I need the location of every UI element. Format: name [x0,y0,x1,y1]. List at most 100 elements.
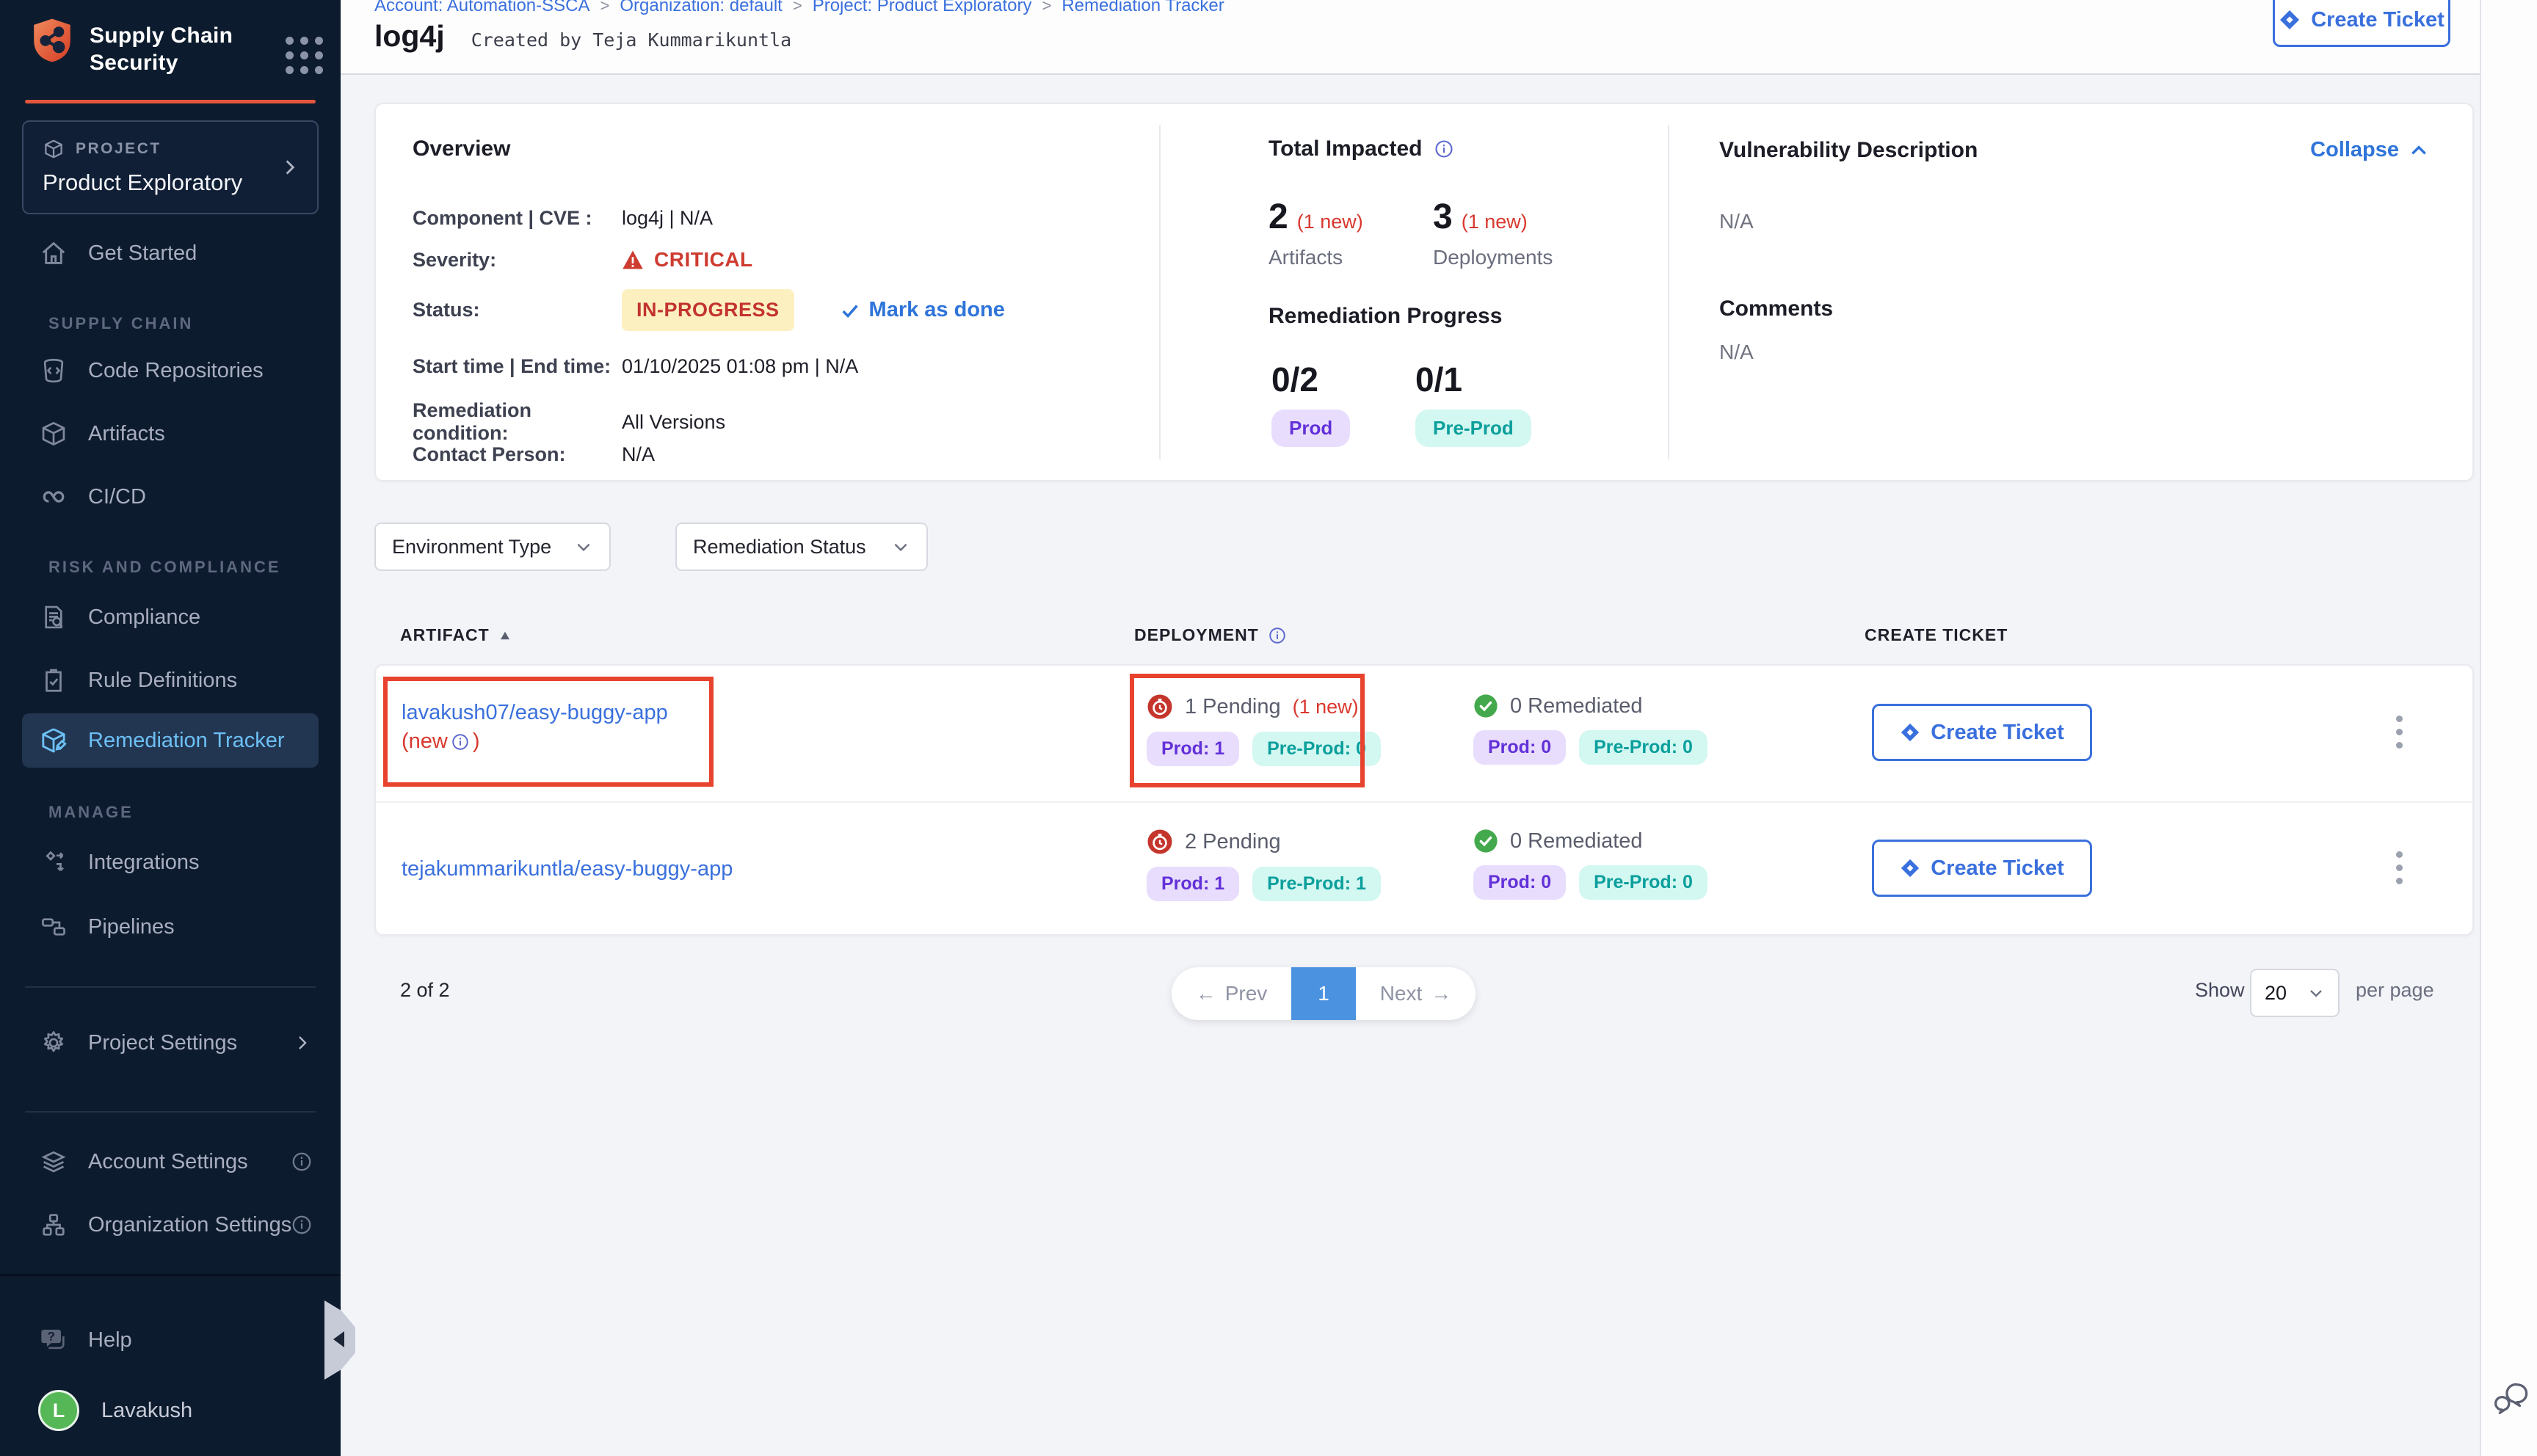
artifacts-cube-icon [38,418,69,449]
sidebar-item-help[interactable]: ? Help [0,1314,341,1366]
project-name: Product Exploratory [43,170,298,196]
time-value: 01/10/2025 01:08 pm | N/A [622,355,858,378]
ticket-diamond-icon [1900,722,1920,743]
next-page-button[interactable]: Next → [1356,967,1476,1020]
component-cve-value: log4j | N/A [622,207,713,230]
total-impacted-title: Total Impacted [1268,136,1422,161]
sidebar-item-project-settings[interactable]: Project Settings [0,1017,341,1069]
sidebar-item-artifacts[interactable]: Artifacts [0,408,341,459]
sidebar-item-rule-definitions[interactable]: Rule Definitions [0,655,341,706]
chevron-up-icon [2409,142,2428,159]
info-icon[interactable] [291,1214,313,1236]
pending-icon [1147,829,1173,855]
component-cve-label: Component | CVE : [413,207,622,230]
show-label: Show [2195,979,2245,1002]
comments-title: Comments [1719,296,1833,321]
page-1-button[interactable]: 1 [1291,967,1356,1020]
condition-value: All Versions [622,411,725,434]
remediated-cell: 0 Remediated Prod: 0 Pre-Prod: 0 [1473,694,1707,765]
remediation-progress-title: Remediation Progress [1268,304,1502,329]
info-icon[interactable] [291,1151,313,1173]
user-menu[interactable]: L Lavakush [0,1385,341,1436]
sidebar-item-code-repositories[interactable]: Code Repositories [0,345,341,396]
contact-label: Contact Person: [413,443,622,466]
column-header-create-ticket: CREATE TICKET [1865,625,2008,645]
sidebar-divider [25,986,316,988]
arrow-right-icon: → [1431,982,1451,1005]
vulnerability-description-title: Vulnerability Description [1719,138,1978,163]
deployment-cell: 2 Pending Prod: 1 Pre-Prod: 1 [1147,829,1381,901]
sidebar-footer: ? Help L Lavakush [0,1274,341,1456]
info-icon[interactable] [1268,626,1287,645]
status-label: Status: [413,299,622,321]
remediated-count: 0 Remediated [1510,694,1643,718]
sidebar-item-organization-settings[interactable]: Organization Settings [0,1199,341,1251]
mark-as-done-link[interactable]: Mark as done [840,298,1005,322]
sidebar-item-pipelines[interactable]: Pipelines [0,901,341,953]
card-divider [1668,125,1669,459]
row-menu-kebab-icon[interactable] [2389,844,2410,892]
sidebar-divider [25,1111,316,1113]
severity-label: Severity: [413,249,622,272]
column-header-artifact[interactable]: ARTIFACT [400,625,512,645]
sidebar-item-compliance[interactable]: Compliance [0,592,341,643]
sidebar: Supply ChainSecurity PROJECT Product Exp… [0,0,341,1456]
sidebar-item-account-settings[interactable]: Account Settings [0,1136,341,1187]
project-selector[interactable]: PROJECT Product Exploratory [22,120,319,214]
brand-divider [25,100,316,103]
sidebar-item-remediation-tracker[interactable]: Remediation Tracker [22,713,319,768]
pipelines-icon [38,911,69,942]
section-header-manage: MANAGE [0,803,341,822]
prev-page-button[interactable]: ← Prev [1172,967,1291,1020]
remediated-check-icon [1473,829,1498,853]
comments-value: N/A [1719,341,1754,364]
warning-triangle-icon [622,250,644,270]
section-header-supply-chain: SUPPLY CHAIN [0,314,341,333]
condition-label: Remediation condition: [413,399,622,445]
chevron-down-icon [2307,984,2325,1002]
card-divider [1159,125,1161,459]
sidebar-item-integrations[interactable]: Integrations [0,837,341,888]
cicd-infinity-icon [38,481,69,512]
svg-text:?: ? [48,1330,55,1344]
create-ticket-button-header[interactable]: Create Ticket [2273,0,2450,47]
breadcrumb-organization[interactable]: Organization: default [620,0,782,15]
preprod-count-pill: Pre-Prod: 0 [1579,730,1707,765]
home-icon [38,238,69,269]
gear-icon [38,1027,69,1058]
avatar: L [38,1390,79,1431]
artifact-cell: tejakummarikuntla/easy-buggy-app [402,853,733,886]
deployments-new-count: (1 new) [1462,211,1528,233]
breadcrumb-project[interactable]: Project: Product Exploratory [813,0,1032,15]
create-ticket-button-row[interactable]: Create Ticket [1872,704,2092,761]
artifact-link[interactable]: tejakummarikuntla/easy-buggy-app [402,853,733,886]
severity-value: CRITICAL [622,248,753,272]
app-switcher-grid-icon[interactable] [286,37,323,74]
sidebar-item-get-started[interactable]: Get Started [0,228,341,279]
ticket-diamond-icon [2279,9,2301,31]
preprod-count-pill: Pre-Prod: 0 [1579,865,1707,900]
info-icon[interactable] [1434,139,1454,159]
chevron-left-icon [333,1331,344,1347]
breadcrumb-current[interactable]: Remediation Tracker [1061,0,1224,15]
annotation-rect-artifact [383,677,714,787]
ticket-diamond-icon [1900,858,1920,878]
right-gutter [2480,0,2537,1456]
breadcrumb-account[interactable]: Account: Automation-SSCA [374,0,589,15]
pagination-summary: 2 of 2 [400,979,450,1002]
organization-settings-icon [38,1209,69,1240]
annotation-rect-deployment [1130,674,1365,787]
support-chat-icon[interactable] [2491,1377,2530,1415]
collapse-toggle[interactable]: Collapse [2310,138,2428,162]
row-divider [376,801,2472,803]
remediation-status-filter[interactable]: Remediation Status [675,523,928,571]
page-size-select[interactable]: 20 [2250,969,2340,1017]
chevron-right-icon [280,156,300,178]
sidebar-item-cicd[interactable]: CI/CD [0,471,341,523]
remediated-check-icon [1473,694,1498,718]
create-ticket-button-row[interactable]: Create Ticket [1872,840,2092,897]
row-menu-kebab-icon[interactable] [2389,708,2410,756]
help-chat-icon: ? [38,1325,69,1355]
compliance-doc-search-icon [38,602,69,633]
environment-type-filter[interactable]: Environment Type [374,523,611,571]
